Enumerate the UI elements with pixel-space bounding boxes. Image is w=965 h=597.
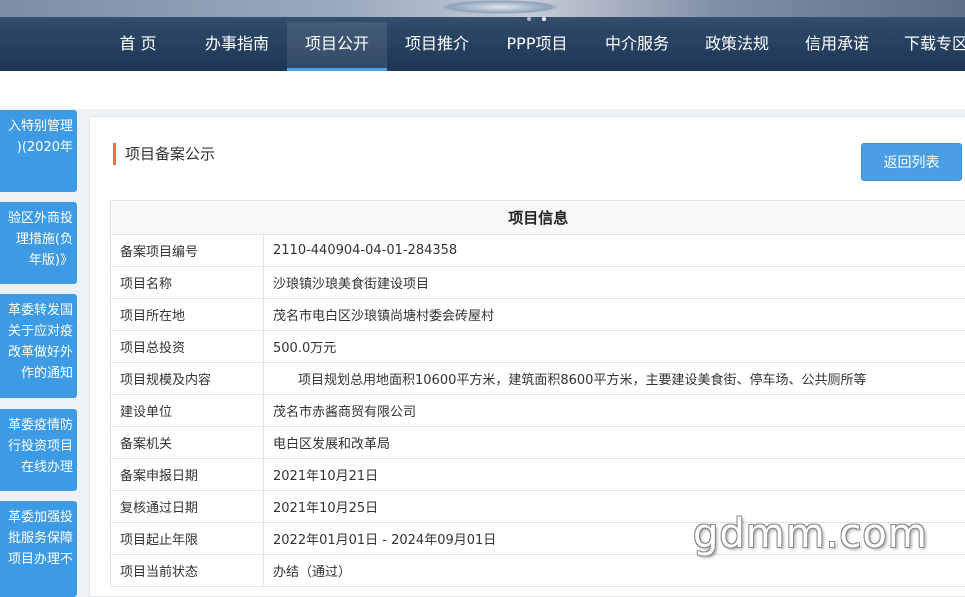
table-row: 项目名称 沙琅镇沙琅美食街建设项目 [110, 266, 965, 299]
sidebar-line: 革委疫情防 [7, 418, 73, 433]
row-key: 备案申报日期 [110, 458, 264, 491]
sidebar-line: 行投资项目 [7, 439, 73, 454]
sidebar-item-5[interactable]: 革委加强投 批服务保障 项目办理不 [0, 501, 77, 597]
nav-project-public[interactable]: 项目公开 [287, 22, 387, 71]
table-row: 项目总投资 500.0万元 [110, 330, 965, 363]
sidebar-item-3[interactable]: 革委转发国 关于应对疫 改革做好外 作的通知 [0, 294, 77, 398]
sidebar-line: 在线办理 [20, 460, 73, 475]
row-value: 项目规划总用地面积10600平方米，建筑面积8600平方米，主要建设美食街、停车… [262, 362, 965, 395]
sidebar-line: 批服务保障 [7, 531, 73, 546]
row-key: 项目当前状态 [110, 554, 264, 587]
sidebar-line: 关于应对疫 [7, 324, 73, 339]
nav-download[interactable]: 下载专区 [892, 22, 965, 71]
sidebar-item-1[interactable]: 入特别管理 )(2020年 [0, 110, 77, 192]
header-spacer [0, 71, 965, 109]
row-value: 茂名市电白区沙琅镇尚塘村委会砖屋村 [262, 298, 965, 331]
row-key: 建设单位 [110, 394, 264, 427]
watermark-text: gdmm.com [693, 511, 928, 557]
nav-credit[interactable]: 信用承诺 [792, 22, 882, 71]
row-key: 项目起止年限 [110, 522, 264, 555]
page-title: 项目备案公示 [113, 143, 215, 165]
carousel-dot[interactable] [527, 17, 531, 21]
row-value: 沙琅镇沙琅美食街建设项目 [262, 266, 965, 299]
sidebar-line: )(2020年 [16, 140, 73, 155]
row-value: 2110-440904-04-01-284358 [262, 234, 965, 267]
row-value: 电白区发展和改革局 [262, 426, 965, 459]
sidebar-line: 验区外商投 [7, 211, 73, 226]
nav-home[interactable]: 首 页 [103, 22, 173, 71]
table-row: 项目所在地 茂名市电白区沙琅镇尚塘村委会砖屋村 [110, 298, 965, 331]
row-value: 2021年10月21日 [262, 458, 965, 491]
sidebar-line: 革委转发国 [7, 303, 73, 318]
back-to-list-button[interactable]: 返回列表 [861, 143, 962, 181]
banner-ship-image [440, 0, 560, 14]
nav-agency[interactable]: 中介服务 [592, 22, 682, 71]
row-key: 备案项目编号 [110, 234, 264, 267]
carousel-dot-active[interactable] [542, 17, 546, 21]
sidebar-item-4[interactable]: 革委疫情防 行投资项目 在线办理 [0, 409, 77, 491]
nav-policy[interactable]: 政策法规 [692, 22, 782, 71]
sidebar-line: 年版)》 [28, 253, 73, 268]
row-key: 备案机关 [110, 426, 264, 459]
table-row: 备案项目编号 2110-440904-04-01-284358 [110, 234, 965, 267]
table-header: 项目信息 [109, 200, 965, 235]
nav-project-promotion[interactable]: 项目推介 [392, 22, 482, 71]
row-key: 项目总投资 [110, 330, 264, 363]
main-nav: 首 页 办事指南 项目公开 项目推介 PPP项目 中介服务 政策法规 信用承诺 … [0, 22, 965, 71]
table-row: 建设单位 茂名市赤酱商贸有限公司 [110, 394, 965, 427]
nav-guide[interactable]: 办事指南 [192, 22, 282, 71]
table-row: 备案机关 电白区发展和改革局 [110, 426, 965, 459]
table-row: 项目规模及内容 项目规划总用地面积10600平方米，建筑面积8600平方米，主要建… [110, 362, 965, 395]
sidebar-line: 作的通知 [20, 366, 73, 381]
sidebar-line: 革委加强投 [7, 510, 73, 525]
row-value: 办结（通过） [262, 554, 965, 587]
sidebar-line: 入特别管理 [7, 119, 73, 134]
row-key: 复核通过日期 [110, 490, 264, 523]
row-key: 项目名称 [110, 266, 264, 299]
sidebar-item-2[interactable]: 验区外商投 理措施(负 年版)》 [0, 202, 77, 284]
row-value: 茂名市赤酱商贸有限公司 [262, 394, 965, 427]
table-row: 备案申报日期 2021年10月21日 [110, 458, 965, 491]
row-key: 项目所在地 [110, 298, 264, 331]
row-key: 项目规模及内容 [110, 362, 264, 395]
sidebar-line: 理措施(负 [15, 232, 73, 247]
header-banner: 首 页 办事指南 项目公开 项目推介 PPP项目 中介服务 政策法规 信用承诺 … [0, 0, 965, 71]
sidebar-line: 改革做好外 [7, 345, 73, 360]
nav-ppp[interactable]: PPP项目 [492, 22, 582, 71]
row-value: 500.0万元 [262, 330, 965, 363]
sidebar-line: 项目办理不 [7, 552, 73, 567]
table-row: 项目当前状态 办结（通过） [110, 554, 965, 587]
